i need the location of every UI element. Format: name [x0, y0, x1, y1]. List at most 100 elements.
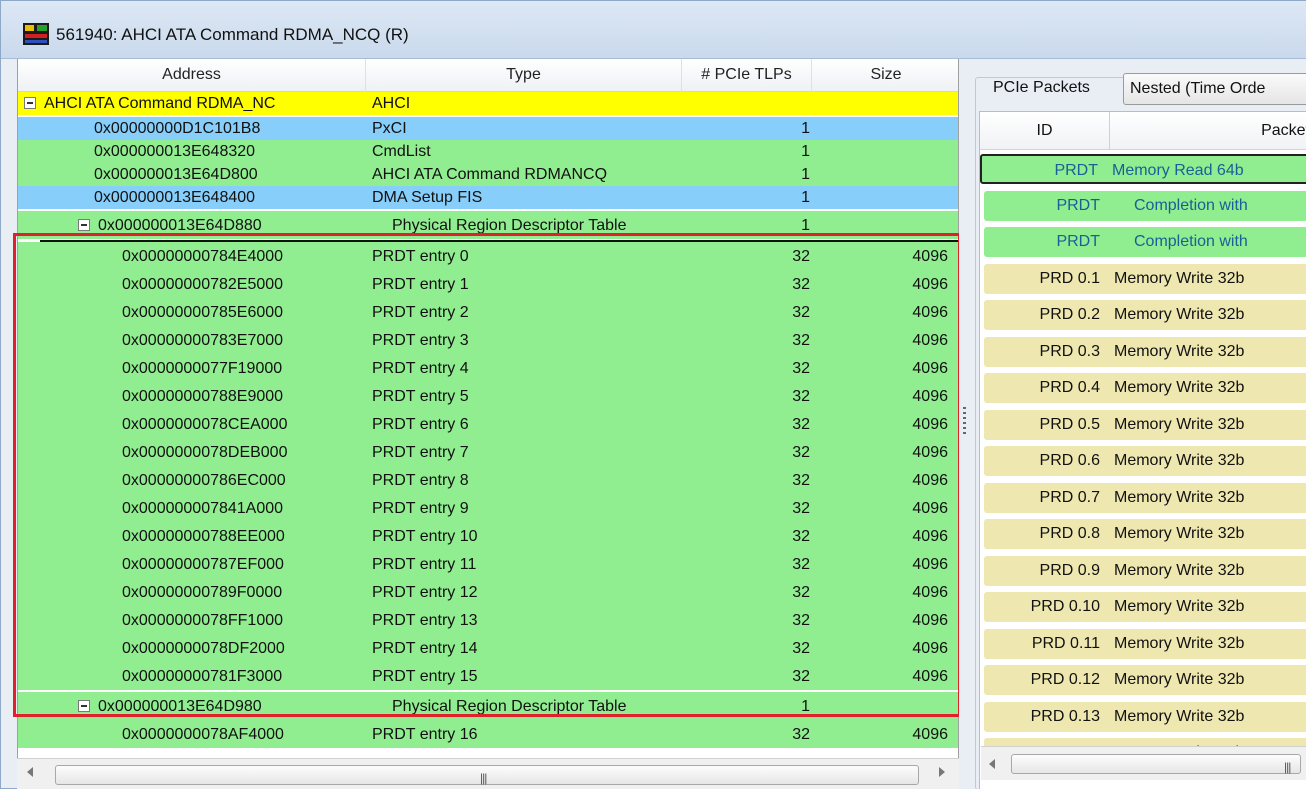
highlight-box — [13, 233, 961, 717]
packet-type: Memory Write 32b — [1114, 634, 1245, 652]
tree-cell-size: 4096 — [912, 726, 948, 743]
tree-row[interactable]: 0x00000000D1C101B8 PxCI 1 — [18, 117, 958, 140]
packet-id: PRD 0.6 — [1039, 452, 1100, 469]
packet-row[interactable]: PRD 0.7 Memory Write 32b — [984, 482, 1306, 513]
address-text: 0x000000013E648320 — [94, 143, 256, 160]
tree-column-header: Address Type # PCIe TLPs Size — [18, 59, 958, 92]
packet-type: Completion with — [1134, 196, 1248, 214]
packet-id: PRD 0.11 — [1031, 634, 1100, 652]
tree-cell-address: 0x0000000078AF4000 — [18, 720, 366, 748]
packet-id: PRD 0.8 — [1039, 525, 1100, 542]
packet-row[interactable]: PRD 0.3 Memory Write 32b — [984, 336, 1306, 367]
packet-id: PRD 0.10 — [1030, 598, 1100, 615]
packet-id: PRD 0.4 — [1039, 379, 1100, 396]
packet-row[interactable]: PRD 0.11 Memory Write 32b — [984, 628, 1306, 659]
packet-id: PRD 0.2 — [1039, 306, 1100, 323]
collapse-minus-icon[interactable] — [78, 219, 90, 231]
packet-id: PRD 0.9 — [1039, 561, 1100, 579]
chevron-right-icon[interactable] — [939, 767, 945, 777]
tree-row[interactable]: 0x000000013E64D800 AHCI ATA Command RDMAN… — [18, 163, 958, 186]
packet-id: PRD 0.3 — [1039, 342, 1100, 360]
tree-cell-tlps — [682, 92, 812, 120]
packet-id: PRDT — [1056, 233, 1100, 250]
packet-id: PRD 0.13 — [1030, 707, 1100, 725]
app-logo-icon — [23, 23, 49, 45]
tree-row[interactable]: 0x000000013E648320 CmdList 1 — [18, 140, 958, 163]
window-title: 561940: AHCI ATA Command RDMA_NCQ (R) — [56, 25, 409, 44]
scroll-grip-icon: ||| — [480, 771, 487, 785]
packet-row[interactable]: PRDT Completion with — [984, 227, 1306, 257]
address-text: 0x000000013E648400 — [94, 189, 256, 206]
packet-row[interactable]: PRD 0.4 Memory Write 32b — [984, 373, 1306, 403]
tree-cell-tlps: 32 — [792, 726, 810, 743]
packet-row[interactable]: PRDT Completion with — [984, 190, 1306, 221]
packet-row[interactable]: PRD 0.6 Memory Write 32b — [984, 446, 1306, 476]
tree-cell-tlps: 1 — [801, 189, 810, 206]
address-text: 0x000000013E64D800 — [94, 166, 258, 183]
tree-row[interactable]: 0x000000013E648400 DMA Setup FIS 1 — [18, 186, 958, 209]
scroll-grip-icon: ||| — [1284, 760, 1291, 774]
column-id[interactable]: ID — [980, 112, 1110, 150]
packet-type: Memory Write 32b — [1114, 452, 1245, 469]
address-text: 0x0000000078AF4000 — [122, 726, 284, 743]
packet-type: Memory Write 32b — [1114, 342, 1245, 360]
packet-id: PRD 0.12 — [1030, 671, 1100, 688]
packet-id: PRDT — [1054, 162, 1098, 179]
packet-id: PRDT — [1056, 196, 1100, 214]
tree-cell-type: AHCI — [372, 95, 411, 112]
packet-type: Completion with — [1134, 233, 1248, 250]
tree-cell-address: AHCI ATA Command RDMA_NC — [18, 92, 366, 120]
packet-row[interactable]: PRD 0.10 Memory Write 32b — [984, 592, 1306, 622]
app-window: 561940: AHCI ATA Command RDMA_NCQ (R) Ad… — [0, 0, 1306, 789]
packet-row[interactable]: PRD 0.2 Memory Write 32b — [984, 300, 1306, 330]
packet-row[interactable]: PRD 0.12 Memory Write 32b — [984, 665, 1306, 695]
packet-type: Memory Write 32b — [1114, 488, 1245, 506]
packet-row[interactable]: PRDT Memory Read 64b — [980, 154, 1306, 184]
packet-type: Memory Write 32b — [1114, 525, 1245, 542]
splitter-grip-icon — [963, 407, 966, 437]
packet-row[interactable]: PRD 0.5 Memory Write 32b — [984, 409, 1306, 440]
address-text: AHCI ATA Command RDMA_NC — [44, 95, 276, 112]
packet-row[interactable]: PRD 0.1 Memory Write 32b — [984, 263, 1306, 294]
tree-cell-type: DMA Setup FIS — [372, 189, 483, 206]
packet-row[interactable]: PRD 0.8 Memory Write 32b — [984, 519, 1306, 549]
packet-type: Memory Write 32b — [1114, 415, 1245, 433]
tree-cell-address: 0x000000013E648400 — [18, 186, 366, 214]
packet-id: PRD 0.5 — [1039, 415, 1100, 433]
tree-scroll-thumb[interactable]: ||| — [55, 765, 919, 785]
packet-row[interactable]: PRD 0.9 Memory Write 32b — [984, 555, 1306, 586]
packet-id: PRD 0.7 — [1039, 488, 1100, 506]
tree-horizontal-scrollbar[interactable]: ||| — [17, 758, 959, 789]
tree-cell-type: PRDT entry 16 — [372, 726, 478, 743]
packet-type: Memory Write 32b — [1114, 561, 1245, 579]
packets-view-select[interactable]: Nested (Time Orde — [1123, 73, 1306, 105]
column-packet[interactable]: Packet — [1110, 112, 1306, 150]
packet-id: PRD 0.1 — [1039, 269, 1100, 287]
column-type[interactable]: Type — [366, 59, 682, 92]
packet-type: Memory Write 32b — [1114, 379, 1245, 396]
packets-table[interactable]: ID Packet PRDT Memory Read 64b PRDT Complet… — [979, 111, 1306, 789]
column-tlps[interactable]: # PCIe TLPs — [682, 59, 812, 92]
packet-type: Memory Read 64b — [1112, 162, 1244, 179]
packets-pane: PCIe Packets Nested (Time Orde ID Packet… — [971, 59, 1306, 789]
packets-label: PCIe Packets — [993, 79, 1096, 97]
chevron-left-icon[interactable] — [27, 767, 33, 777]
packets-horizontal-scrollbar[interactable]: ||| — [981, 746, 1306, 780]
packet-type: Memory Write 32b — [1114, 306, 1245, 323]
packet-type: Memory Write 32b — [1114, 269, 1245, 287]
packets-scroll-thumb[interactable]: ||| — [1011, 754, 1301, 774]
title-bar: 561940: AHCI ATA Command RDMA_NCQ (R) — [1, 1, 1306, 59]
packet-row[interactable]: PRD 0.13 Memory Write 32b — [984, 701, 1306, 732]
column-address[interactable]: Address — [18, 59, 366, 92]
tree-row[interactable]: 0x0000000078AF4000 PRDT entry 16 32 4096 — [18, 720, 958, 748]
packets-column-header: ID Packet — [980, 112, 1306, 150]
packet-type: Memory Write 32b — [1114, 671, 1245, 688]
tree-cell-size — [818, 186, 948, 214]
packet-type: Memory Write 32b — [1114, 598, 1245, 615]
address-text: 0x000000013E64D880 — [98, 217, 262, 234]
packet-type: Memory Write 32b — [1114, 707, 1245, 725]
column-size[interactable]: Size — [812, 59, 958, 92]
chevron-left-icon[interactable] — [989, 759, 995, 769]
tree-row[interactable]: AHCI ATA Command RDMA_NC AHCI — [18, 92, 958, 115]
collapse-minus-icon[interactable] — [24, 97, 36, 109]
